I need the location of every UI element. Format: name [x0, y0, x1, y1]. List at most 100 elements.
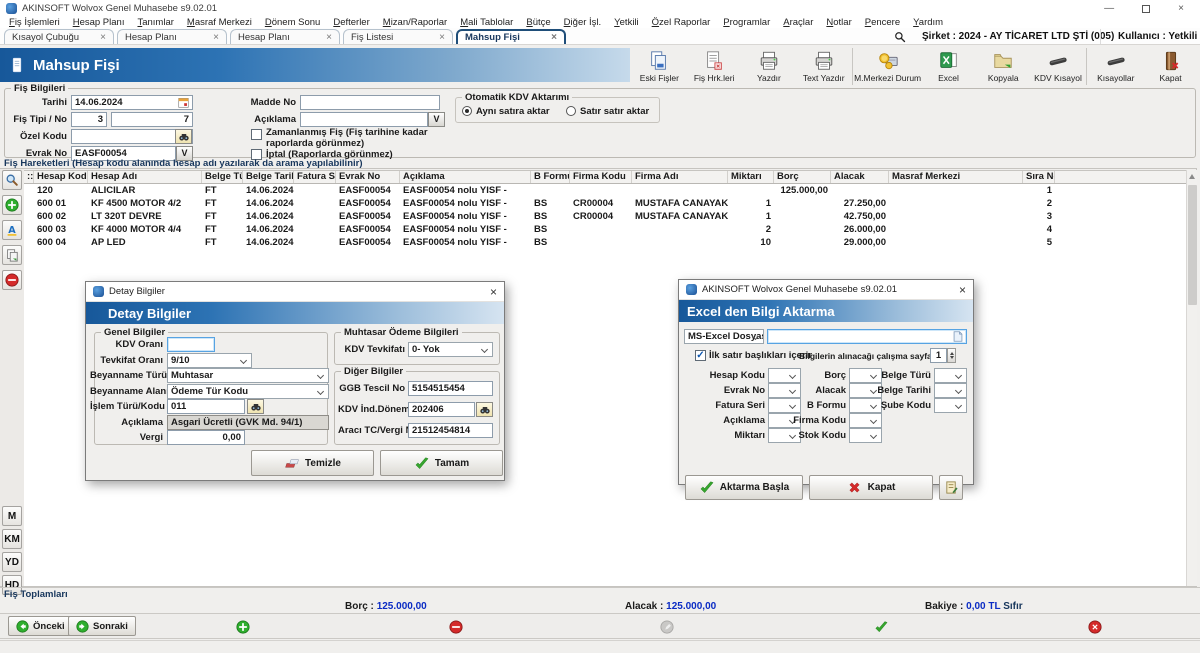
- table-cell-firma-kodu[interactable]: CR00004: [570, 197, 632, 210]
- tab-active[interactable]: Mahsup Fişi×: [456, 29, 566, 44]
- menu-item[interactable]: Dönem Sonu: [265, 17, 320, 28]
- header-cell-aciklama[interactable]: Açıklama: [400, 171, 531, 183]
- menu-item[interactable]: Masraf Merkezi: [187, 17, 252, 28]
- tab-item[interactable]: Fiş Listesi×: [343, 29, 453, 44]
- table-cell-fatura-seri[interactable]: [294, 184, 336, 197]
- excel-button[interactable]: Excel: [921, 46, 976, 87]
- mapping-select[interactable]: [934, 368, 967, 383]
- fis-tipi-input[interactable]: 3: [71, 112, 107, 127]
- zamanlanmis-checkbox[interactable]: [251, 129, 262, 140]
- header-cell-alacak[interactable]: Alacak: [831, 171, 889, 183]
- header-cell-miktari[interactable]: Miktarı: [728, 171, 774, 183]
- table-cell-hesap-adi[interactable]: ALICILAR: [88, 184, 202, 197]
- tab-item[interactable]: Hesap Planı×: [230, 29, 340, 44]
- kisayollar-button[interactable]: Kısayollar: [1088, 46, 1143, 87]
- menu-item[interactable]: Programlar: [723, 17, 770, 28]
- header-cell-belge-tarihi[interactable]: Belge Tarihi: [243, 171, 294, 183]
- araci-input[interactable]: 21512454814: [408, 423, 493, 438]
- table-cell-firma-adi[interactable]: MUSTAFA CANAYAKIN/CAN: [632, 210, 728, 223]
- menu-item[interactable]: Yetkili: [614, 17, 638, 28]
- save-record-button[interactable]: [874, 620, 888, 634]
- table-cell-aciklama[interactable]: EASF00054 nolu YISF -: [400, 210, 531, 223]
- tab-close-icon[interactable]: ×: [326, 32, 332, 43]
- table-cell-miktari[interactable]: [728, 184, 774, 197]
- table-cell-alacak[interactable]: [831, 184, 889, 197]
- mmerkezi-durum-button[interactable]: M.Merkezi Durum: [854, 46, 921, 87]
- table-cell-borc[interactable]: [774, 210, 831, 223]
- calendar-icon[interactable]: [178, 97, 189, 111]
- table-cell-masraf-merkezi[interactable]: [889, 236, 1023, 249]
- kdv-orani-input[interactable]: [167, 337, 215, 352]
- menu-item[interactable]: Mali Tablolar: [460, 17, 513, 28]
- table-cell-firma-adi[interactable]: MUSTAFA CANAYAKIN/CAN: [632, 197, 728, 210]
- header-cell-b-formu[interactable]: B Formu: [531, 171, 570, 183]
- tab-close-icon[interactable]: ×: [439, 32, 445, 43]
- binocular-icon[interactable]: [247, 399, 264, 414]
- vergi-input[interactable]: 0,00: [167, 430, 245, 445]
- table-cell-belge-turu[interactable]: FT: [202, 184, 243, 197]
- table-cell-b-formu[interactable]: BS: [531, 236, 570, 249]
- tarihi-input[interactable]: 14.06.2024: [71, 95, 193, 110]
- menu-item[interactable]: Diğer İşl.: [564, 17, 602, 28]
- table-cell-borc[interactable]: [774, 223, 831, 236]
- table-cell-sira-no[interactable]: 5: [1023, 236, 1055, 249]
- table-cell-handle[interactable]: [24, 197, 34, 210]
- header-cell-fatura-seri[interactable]: Fatura Seri: [294, 171, 336, 183]
- table-cell-evrak-no[interactable]: EASF00054: [336, 197, 400, 210]
- table-cell-firma-kodu[interactable]: [570, 184, 632, 197]
- table-cell-sira-no[interactable]: 4: [1023, 223, 1055, 236]
- side-button-yd[interactable]: YD: [2, 552, 22, 572]
- eski-fisler-button[interactable]: Eski Fişler: [632, 46, 687, 87]
- table-cell-firma-adi[interactable]: [632, 184, 728, 197]
- menu-item[interactable]: Yardım: [913, 17, 943, 28]
- tab-close-icon[interactable]: ×: [213, 32, 219, 43]
- sonraki-button[interactable]: Sonraki: [68, 616, 136, 636]
- kdv-donem-input[interactable]: 202406: [408, 402, 475, 417]
- grid-add-button[interactable]: [2, 195, 22, 215]
- table-cell-miktari[interactable]: 1: [728, 197, 774, 210]
- aciklama-dropdown-button[interactable]: V: [428, 112, 445, 127]
- temizle-button[interactable]: Temizle: [251, 450, 374, 476]
- table-cell-miktari[interactable]: 2: [728, 223, 774, 236]
- kdv-kisayol-button[interactable]: KDV Kısayol: [1031, 46, 1086, 87]
- table-cell-masraf-merkezi[interactable]: [889, 184, 1023, 197]
- first-row-checkbox[interactable]: ✓: [695, 350, 706, 361]
- minimize-button[interactable]: —: [1104, 4, 1114, 14]
- table-cell-b-formu[interactable]: [531, 184, 570, 197]
- table-cell-firma-adi[interactable]: [632, 236, 728, 249]
- table-cell-handle[interactable]: [24, 184, 34, 197]
- tab-close-icon[interactable]: ×: [551, 32, 557, 43]
- menu-item[interactable]: Hesap Planı: [73, 17, 125, 28]
- table-cell-aciklama[interactable]: EASF00054 nolu YISF -: [400, 223, 531, 236]
- menu-item[interactable]: Pencere: [865, 17, 900, 28]
- header-cell-masraf-merkezi[interactable]: Masraf Merkezi: [889, 171, 1023, 183]
- table-cell-alacak[interactable]: 42.750,00: [831, 210, 889, 223]
- table-cell-hesap-adi[interactable]: LT 320T DEVRE: [88, 210, 202, 223]
- scroll-thumb[interactable]: [1188, 185, 1197, 305]
- table-cell-firma-kodu[interactable]: CR00004: [570, 210, 632, 223]
- kapat-button[interactable]: Kapat: [1143, 46, 1198, 87]
- add-record-button[interactable]: [236, 620, 250, 634]
- table-cell-belge-tarihi[interactable]: 14.06.2024: [243, 223, 294, 236]
- table-cell-belge-turu[interactable]: FT: [202, 210, 243, 223]
- table-cell-hesap-kodu[interactable]: 120: [34, 184, 88, 197]
- table-cell-belge-tarihi[interactable]: 14.06.2024: [243, 236, 294, 249]
- scroll-up-icon[interactable]: [1189, 174, 1195, 179]
- tab-close-icon[interactable]: ×: [100, 32, 106, 43]
- sheet-spinner-value[interactable]: 1: [930, 348, 947, 363]
- table-cell-fatura-seri[interactable]: [294, 236, 336, 249]
- menu-item[interactable]: Notlar: [826, 17, 851, 28]
- binocular-icon[interactable]: [175, 129, 192, 144]
- file-icon[interactable]: [953, 331, 963, 345]
- table-cell-evrak-no[interactable]: EASF00054: [336, 236, 400, 249]
- menu-item[interactable]: Araçlar: [783, 17, 813, 28]
- fis-no-input[interactable]: 7: [111, 112, 193, 127]
- table-cell-belge-turu[interactable]: FT: [202, 223, 243, 236]
- header-cell-belge-turu[interactable]: Belge Türü: [202, 171, 243, 183]
- kopyala-button[interactable]: Kopyala: [976, 46, 1031, 87]
- spinner-arrows-icon[interactable]: [947, 348, 956, 363]
- table-cell-hesap-kodu[interactable]: 600 01: [34, 197, 88, 210]
- table-row[interactable]: 120ALICILARFT14.06.2024EASF00054EASF0005…: [24, 184, 1186, 197]
- grid-search-button[interactable]: [2, 170, 22, 190]
- table-cell-belge-tarihi[interactable]: 14.06.2024: [243, 184, 294, 197]
